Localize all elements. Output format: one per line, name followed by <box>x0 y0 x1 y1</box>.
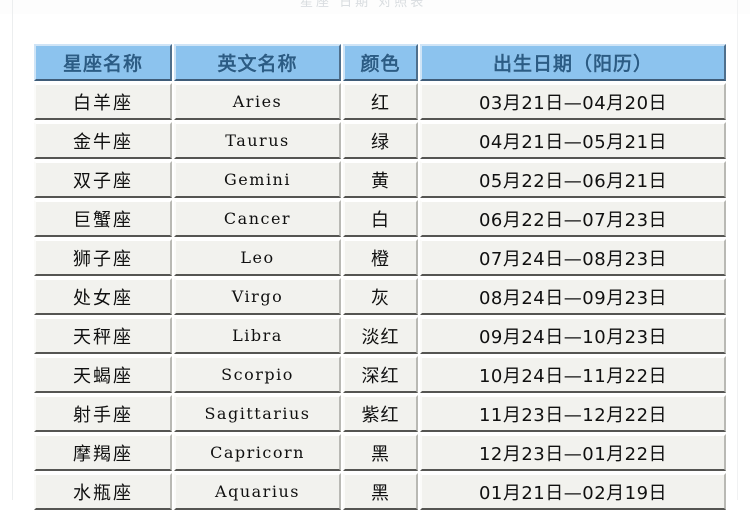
cell-english-name: Aries <box>174 83 341 120</box>
page-gutter-left <box>12 0 13 500</box>
cell-chinese-name: 射手座 <box>34 395 172 432</box>
column-header-color: 颜色 <box>343 44 418 81</box>
zodiac-date-table: 星座名称 英文名称 颜色 出生日期（阳历） 白羊座 Aries 红 03月21日—04… <box>32 42 728 512</box>
table-header-row: 星座名称 英文名称 颜色 出生日期（阳历） <box>34 44 726 81</box>
cell-chinese-name: 水瓶座 <box>34 473 172 510</box>
cell-birth-date: 12月23日—01月22日 <box>420 434 726 471</box>
table-row: 处女座 Virgo 灰 08月24日—09月23日 <box>34 278 726 315</box>
table-row: 双子座 Gemini 黄 05月22日—06月21日 <box>34 161 726 198</box>
cell-chinese-name: 金牛座 <box>34 122 172 159</box>
clipped-top-text: 星座 日期 对照表 <box>300 0 427 10</box>
cell-chinese-name: 白羊座 <box>34 83 172 120</box>
cell-color: 绿 <box>343 122 418 159</box>
cell-color: 红 <box>343 83 418 120</box>
cell-english-name: Taurus <box>174 122 341 159</box>
cell-chinese-name: 巨蟹座 <box>34 200 172 237</box>
cell-birth-date: 05月22日—06月21日 <box>420 161 726 198</box>
cell-color: 黑 <box>343 434 418 471</box>
cell-birth-date: 07月24日—08月23日 <box>420 239 726 276</box>
table-row: 水瓶座 Aquarius 黑 01月21日—02月19日 <box>34 473 726 510</box>
table-row: 摩羯座 Capricorn 黑 12月23日—01月22日 <box>34 434 726 471</box>
cell-color: 黑 <box>343 473 418 510</box>
cell-color: 紫红 <box>343 395 418 432</box>
cell-color: 灰 <box>343 278 418 315</box>
cell-color: 淡红 <box>343 317 418 354</box>
cell-chinese-name: 摩羯座 <box>34 434 172 471</box>
table-row: 白羊座 Aries 红 03月21日—04月20日 <box>34 83 726 120</box>
cell-birth-date: 06月22日—07月23日 <box>420 200 726 237</box>
table-row: 天蝎座 Scorpio 深红 10月24日—11月22日 <box>34 356 726 393</box>
zodiac-table-container: 星座名称 英文名称 颜色 出生日期（阳历） 白羊座 Aries 红 03月21日—04… <box>32 42 726 512</box>
cell-color: 黄 <box>343 161 418 198</box>
cell-english-name: Leo <box>174 239 341 276</box>
cell-english-name: Aquarius <box>174 473 341 510</box>
cell-birth-date: 01月21日—02月19日 <box>420 473 726 510</box>
cell-color: 深红 <box>343 356 418 393</box>
cell-birth-date: 11月23日—12月22日 <box>420 395 726 432</box>
cell-birth-date: 08月24日—09月23日 <box>420 278 726 315</box>
column-header-chinese-name: 星座名称 <box>34 44 172 81</box>
cell-english-name: Capricorn <box>174 434 341 471</box>
cell-birth-date: 09月24日—10月23日 <box>420 317 726 354</box>
table-row: 狮子座 Leo 橙 07月24日—08月23日 <box>34 239 726 276</box>
cell-chinese-name: 处女座 <box>34 278 172 315</box>
cell-chinese-name: 天蝎座 <box>34 356 172 393</box>
cell-english-name: Gemini <box>174 161 341 198</box>
cell-chinese-name: 双子座 <box>34 161 172 198</box>
cell-chinese-name: 天秤座 <box>34 317 172 354</box>
cell-chinese-name: 狮子座 <box>34 239 172 276</box>
cell-color: 白 <box>343 200 418 237</box>
cell-english-name: Virgo <box>174 278 341 315</box>
table-body: 白羊座 Aries 红 03月21日—04月20日 金牛座 Taurus 绿 04月21日—0… <box>34 83 726 510</box>
cell-color: 橙 <box>343 239 418 276</box>
page-gutter-right <box>737 0 738 500</box>
table-row: 巨蟹座 Cancer 白 06月22日—07月23日 <box>34 200 726 237</box>
table-row: 射手座 Sagittarius 紫红 11月23日—12月22日 <box>34 395 726 432</box>
table-header: 星座名称 英文名称 颜色 出生日期（阳历） <box>34 44 726 81</box>
column-header-birth-date: 出生日期（阳历） <box>420 44 726 81</box>
clipped-top-text-strip: 星座 日期 对照表 <box>0 0 750 14</box>
cell-english-name: Sagittarius <box>174 395 341 432</box>
cell-english-name: Scorpio <box>174 356 341 393</box>
cell-english-name: Cancer <box>174 200 341 237</box>
table-row: 金牛座 Taurus 绿 04月21日—05月21日 <box>34 122 726 159</box>
cell-english-name: Libra <box>174 317 341 354</box>
cell-birth-date: 04月21日—05月21日 <box>420 122 726 159</box>
column-header-english-name: 英文名称 <box>174 44 341 81</box>
cell-birth-date: 10月24日—11月22日 <box>420 356 726 393</box>
cell-birth-date: 03月21日—04月20日 <box>420 83 726 120</box>
table-row: 天秤座 Libra 淡红 09月24日—10月23日 <box>34 317 726 354</box>
